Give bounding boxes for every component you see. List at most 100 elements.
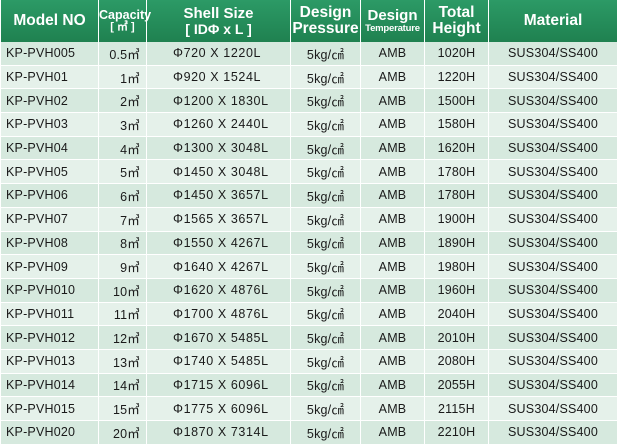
model-no-cell: KP-PVH06 <box>1 184 99 208</box>
table-row: KP-PVH012 12㎥ Φ1670 X 5485L 5kg/㎠ AMB 2010H SU… <box>1 326 617 350</box>
design-temperature-cell: AMB <box>361 136 425 161</box>
header-total-height-line1: Total <box>438 3 475 21</box>
header-total-height-line2: Height <box>432 20 481 37</box>
header-design-temperature: Design Temperature <box>361 0 425 42</box>
table-row: KP-PVH015 15㎥ Φ1775 X 6096L 5kg/㎠ AMB 2115H SU… <box>1 397 617 421</box>
table-row: KP-PVH04 4㎥ Φ1300 X 3048L 5kg/㎠ AMB 1620H SUS3… <box>1 136 617 161</box>
material-cell: SUS304/SS400 <box>489 349 617 374</box>
shell-size-cell: Φ720 X 1220L <box>147 42 291 66</box>
material-cell: SUS304/SS400 <box>489 65 617 90</box>
shell-size-cell: Φ1450 X 3657L <box>147 184 291 208</box>
header-design-pressure-line2: Pressure <box>292 20 359 37</box>
table-body: KP-PVH005 0.5㎥ Φ720 X 1220L 5kg/㎠ AMB 1020H SU… <box>1 42 617 445</box>
total-height-cell: 1780H <box>425 160 489 185</box>
table-row: KP-PVH014 14㎥ Φ1715 X 6096L 5kg/㎠ AMB 2055H SU… <box>1 373 617 398</box>
header-design-pressure: Design Pressure <box>291 0 361 42</box>
shell-size-cell: Φ1670 X 5485L <box>147 326 291 350</box>
total-height-cell: 1020H <box>425 42 489 66</box>
model-no-cell: KP-PVH010 <box>1 278 99 303</box>
design-pressure-cell: 5kg/㎠ <box>291 42 361 66</box>
material-cell: SUS304/SS400 <box>489 278 617 303</box>
header-material: Material <box>489 0 617 42</box>
table-row: KP-PVH03 3㎥ Φ1260 X 2440L 5kg/㎠ AMB 1580H SUS3… <box>1 113 617 137</box>
total-height-cell: 2055H <box>425 373 489 398</box>
header-design-pressure-line1: Design <box>299 3 352 21</box>
model-no-cell: KP-PVH020 <box>1 421 99 445</box>
shell-size-cell: Φ1870 X 7314L <box>147 421 291 445</box>
total-height-cell: 1780H <box>425 184 489 208</box>
header-design-temperature-line2: Temperature <box>365 22 420 34</box>
capacity-cell: 20㎥ <box>99 421 147 445</box>
capacity-cell: 12㎥ <box>99 326 147 350</box>
material-cell: SUS304/SS400 <box>489 113 617 137</box>
model-no-cell: KP-PVH011 <box>1 302 99 327</box>
design-pressure-cell: 5kg/㎠ <box>291 89 361 114</box>
shell-size-cell: Φ1200 X 1830L <box>147 89 291 114</box>
material-cell: SUS304/SS400 <box>489 207 617 232</box>
material-cell: SUS304/SS400 <box>489 397 617 421</box>
design-temperature-cell: AMB <box>361 302 425 327</box>
design-pressure-cell: 5kg/㎠ <box>291 231 361 256</box>
capacity-cell: 11㎥ <box>99 302 147 327</box>
model-no-cell: KP-PVH012 <box>1 326 99 350</box>
capacity-cell: 14㎥ <box>99 373 147 398</box>
header-row: Model NO Capacity [ ㎥ ] Shell Size [ IDΦ… <box>1 0 617 42</box>
capacity-cell: 13㎥ <box>99 349 147 374</box>
table-row: KP-PVH005 0.5㎥ Φ720 X 1220L 5kg/㎠ AMB 1020H SU… <box>1 42 617 66</box>
total-height-cell: 1980H <box>425 255 489 279</box>
model-no-cell: KP-PVH07 <box>1 207 99 232</box>
capacity-cell: 8㎥ <box>99 231 147 256</box>
header-design-temperature-line1: Design <box>367 7 418 25</box>
material-cell: SUS304/SS400 <box>489 302 617 327</box>
design-temperature-cell: AMB <box>361 421 425 445</box>
design-temperature-cell: AMB <box>361 231 425 256</box>
header-capacity-unit: [ ㎥ ] <box>110 20 135 33</box>
table-row: KP-PVH08 8㎥ Φ1550 X 4267L 5kg/㎠ AMB 1890H SUS3… <box>1 231 617 256</box>
table-row: KP-PVH011 11㎥ Φ1700 X 4876L 5kg/㎠ AMB 2040H SU… <box>1 302 617 327</box>
total-height-cell: 1500H <box>425 89 489 114</box>
design-temperature-cell: AMB <box>361 397 425 421</box>
table-row: KP-PVH06 6㎥ Φ1450 X 3657L 5kg/㎠ AMB 1780H SUS3… <box>1 184 617 208</box>
table-row: KP-PVH010 10㎥ Φ1620 X 4876L 5kg/㎠ AMB 1960H SU… <box>1 278 617 303</box>
design-temperature-cell: AMB <box>361 42 425 66</box>
material-cell: SUS304/SS400 <box>489 42 617 66</box>
capacity-cell: 6㎥ <box>99 184 147 208</box>
material-cell: SUS304/SS400 <box>489 184 617 208</box>
header-model-no: Model NO <box>1 0 99 42</box>
header-shell-size-unit: [ IDΦ x L ] <box>185 20 252 37</box>
total-height-cell: 2210H <box>425 421 489 445</box>
total-height-cell: 2010H <box>425 326 489 350</box>
specification-table: Model NO Capacity [ ㎥ ] Shell Size [ IDΦ… <box>1 0 617 445</box>
header-model-no-label: Model NO <box>13 11 86 29</box>
design-pressure-cell: 5kg/㎠ <box>291 349 361 374</box>
design-temperature-cell: AMB <box>361 160 425 185</box>
capacity-cell: 15㎥ <box>99 397 147 421</box>
shell-size-cell: Φ1640 X 4267L <box>147 255 291 279</box>
shell-size-cell: Φ1260 X 2440L <box>147 113 291 137</box>
design-temperature-cell: AMB <box>361 349 425 374</box>
model-no-cell: KP-PVH03 <box>1 113 99 137</box>
material-cell: SUS304/SS400 <box>489 136 617 161</box>
capacity-cell: 4㎥ <box>99 136 147 161</box>
header-shell-size-label: Shell Size <box>183 4 254 22</box>
design-temperature-cell: AMB <box>361 278 425 303</box>
header-capacity-label: Capacity <box>99 7 152 22</box>
material-cell: SUS304/SS400 <box>489 326 617 350</box>
shell-size-cell: Φ1300 X 3048L <box>147 136 291 161</box>
design-pressure-cell: 5kg/㎠ <box>291 326 361 350</box>
total-height-cell: 1960H <box>425 278 489 303</box>
total-height-cell: 1890H <box>425 231 489 256</box>
design-temperature-cell: AMB <box>361 373 425 398</box>
capacity-cell: 3㎥ <box>99 113 147 137</box>
table-header: Model NO Capacity [ ㎥ ] Shell Size [ IDΦ… <box>1 0 617 42</box>
design-pressure-cell: 5kg/㎠ <box>291 65 361 90</box>
design-temperature-cell: AMB <box>361 65 425 90</box>
total-height-cell: 1900H <box>425 207 489 232</box>
design-pressure-cell: 5kg/㎠ <box>291 302 361 327</box>
shell-size-cell: Φ1715 X 6096L <box>147 373 291 398</box>
capacity-cell: 10㎥ <box>99 278 147 303</box>
capacity-cell: 5㎥ <box>99 160 147 185</box>
design-temperature-cell: AMB <box>361 326 425 350</box>
shell-size-cell: Φ1700 X 4876L <box>147 302 291 327</box>
design-temperature-cell: AMB <box>361 113 425 137</box>
